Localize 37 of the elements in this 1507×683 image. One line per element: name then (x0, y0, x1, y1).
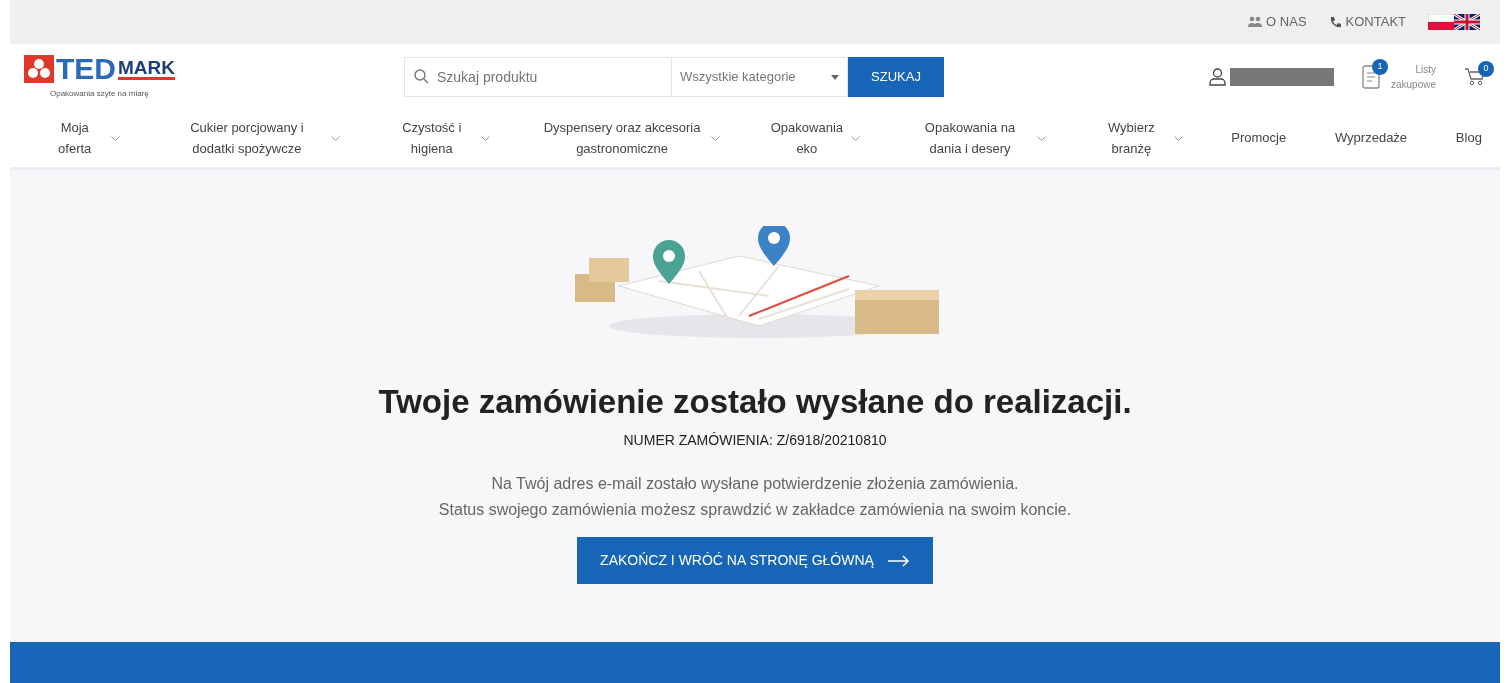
brand-name: TED (56, 54, 116, 84)
nav-menu-item[interactable]: Dyspensery oraz akcesoria gastronomiczne (538, 117, 721, 160)
user-icon[interactable] (1209, 68, 1226, 86)
confirmation-message: Status swojego zamówienia możesz sprawdzić w zakładce zamówienia na swoim koncie. (438, 500, 1072, 520)
brand-name: MARK (118, 58, 175, 80)
count-badge: 0 (1478, 61, 1494, 77)
arrow-right-icon (887, 554, 910, 567)
top-link[interactable]: KONTAKT (1328, 12, 1406, 32)
nav-menu-item[interactable]: Blog (1455, 128, 1482, 149)
caret-icon (831, 74, 839, 80)
search-field[interactable]: Szukaj produktu (404, 57, 672, 97)
logo-tagline: Opakowania szyte na miarę (50, 88, 150, 100)
people-icon (1248, 16, 1263, 28)
shopping-lists-link[interactable]: 1 Listy zakupowe (1362, 62, 1436, 92)
order-number: NUMER ZAMÓWIENIA: Z/6918/20210810 (623, 430, 887, 450)
nav-menu-item[interactable]: Opakowania na dania i desery (908, 117, 1047, 160)
nav-menu-item[interactable]: Czystość i higiena (388, 117, 491, 160)
cart-icon[interactable] (1464, 67, 1486, 87)
nav-menu-item[interactable]: Promocje (1231, 128, 1287, 149)
nav-menu-item[interactable]: Opakowania eko (768, 117, 860, 160)
confirmation-title: Twoje zamówienie zostało wysłane do realizacji. (378, 382, 1132, 422)
nav-menu-item[interactable]: Cukier porcjowany i dodatki spożywcze (169, 117, 340, 160)
nav-menu-item[interactable]: Moja oferta (44, 117, 121, 160)
list-icon (1362, 65, 1380, 89)
flag-icon[interactable] (1454, 14, 1480, 30)
nav-menu-item[interactable]: Wybierz branżę (1095, 117, 1183, 160)
search-button[interactable]: SZUKAJ (848, 57, 944, 97)
top-link[interactable]: O NAS (1248, 12, 1307, 32)
count-badge: 1 (1372, 59, 1388, 75)
phone-icon (1328, 15, 1342, 29)
logo-icon (24, 55, 54, 83)
confirmation-message: Na Twój adres e-mail zostało wysłane potwierdzenie złożenia zamówienia. (491, 473, 1019, 494)
shopping-lists-label: Listy zakupowe (1389, 63, 1436, 92)
category-dropdown[interactable]: Wszystkie kategorie (672, 57, 848, 97)
nav-menu-item[interactable]: Wyprzedaże (1334, 128, 1408, 149)
finish-button[interactable]: ZAKOŃCZ I WRÓĆ NA STRONĘ GŁÓWNĄ (577, 537, 933, 585)
category-label: Wszystkie kategorie (680, 68, 796, 87)
